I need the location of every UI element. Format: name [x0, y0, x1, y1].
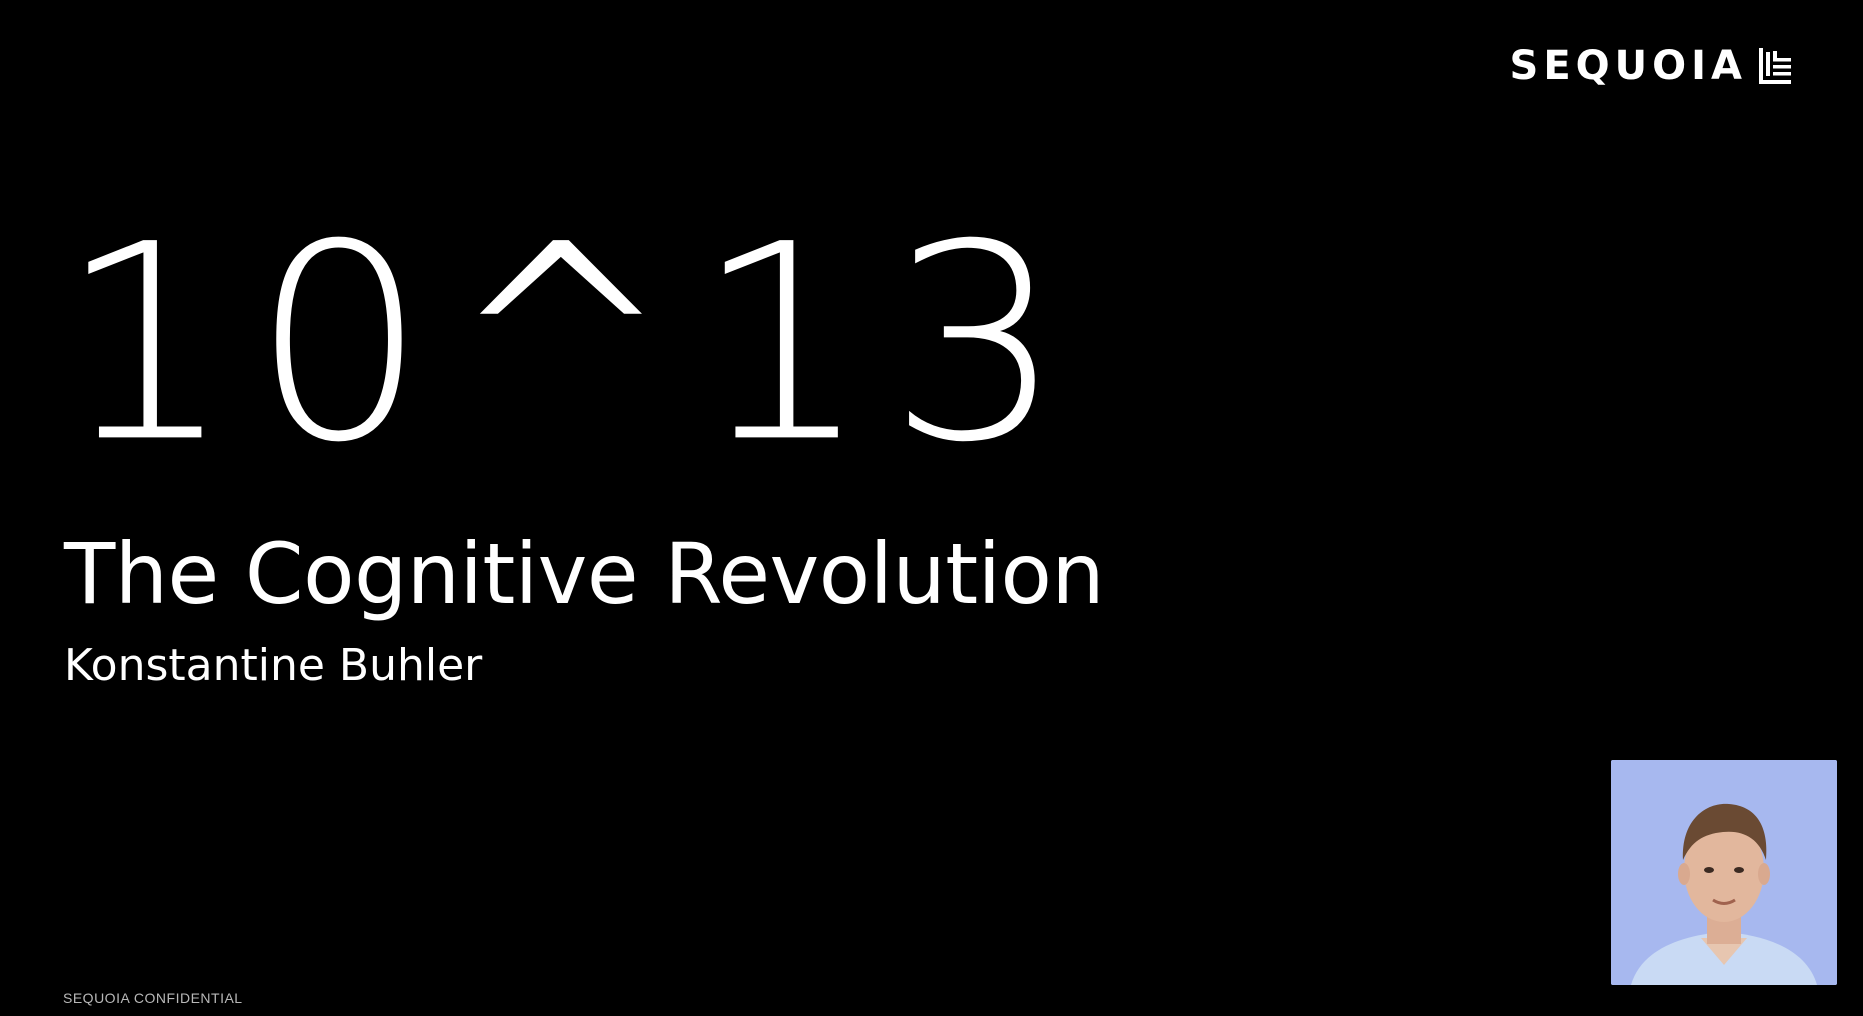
presenter-name: Konstantine Buhler [64, 640, 483, 691]
confidential-footer: SEQUOIA CONFIDENTIAL [63, 990, 243, 1006]
brand-wordmark: SEQUOIA [1509, 43, 1747, 89]
sequoia-logo: SEQUOIA [1510, 46, 1791, 86]
slide-hero-number: 10^13 [58, 187, 1082, 503]
sequoia-mark-icon [1759, 48, 1791, 84]
slide-subtitle: The Cognitive Revolution [64, 525, 1105, 623]
presenter-webcam [1611, 760, 1837, 985]
presenter-webcam-feed-icon [1611, 760, 1837, 985]
presentation-slide: SEQUOIA 10^13 The Cognitive Revolution K… [0, 0, 1863, 1016]
